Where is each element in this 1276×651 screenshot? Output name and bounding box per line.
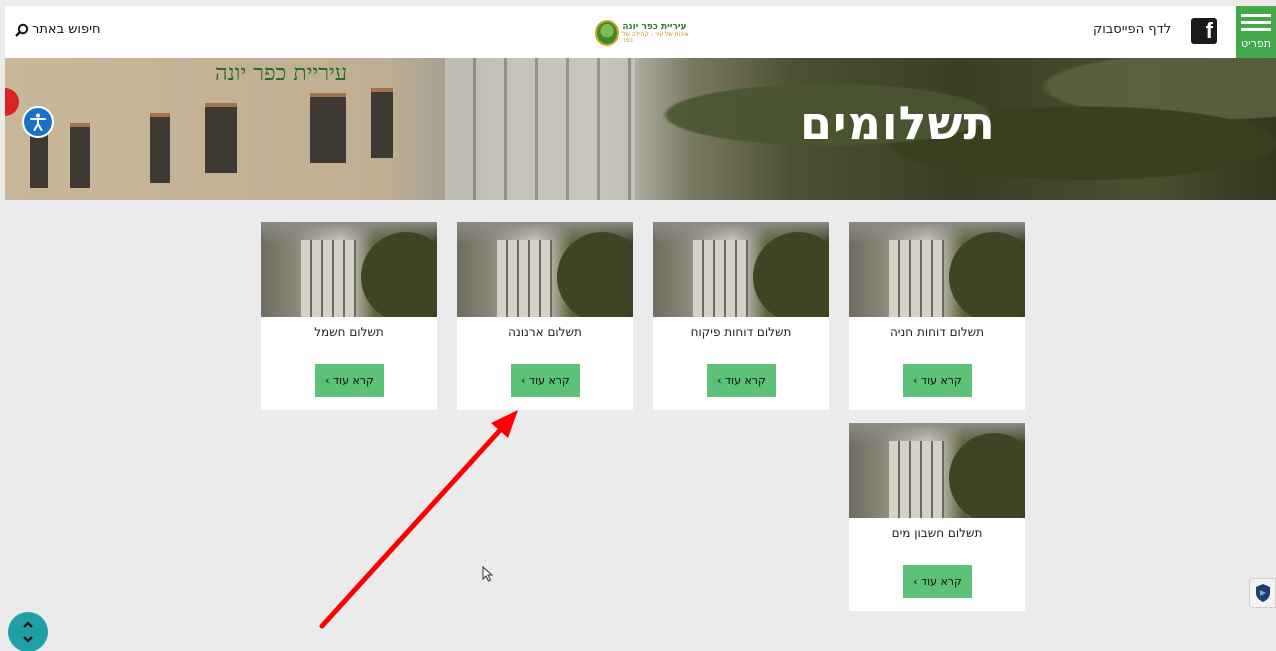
payment-card[interactable]: תשלום חשבון מים קרא עוד › — [849, 423, 1025, 611]
mouse-cursor-icon — [482, 566, 494, 582]
facebook-page-link[interactable]: לדף הפייסבוק — [1093, 22, 1171, 37]
accessibility-button[interactable] — [22, 106, 54, 138]
payment-card[interactable]: תשלום דוחות חניה קרא עוד › — [849, 222, 1025, 410]
card-title: תשלום דוחות חניה — [889, 325, 985, 339]
card-image — [261, 222, 437, 317]
site-search-button[interactable]: חיפוש באתר — [15, 22, 101, 37]
menu-label: תפריט — [1241, 37, 1271, 50]
card-title: תשלום ארנונה — [508, 325, 582, 339]
shield-icon — [1255, 584, 1270, 602]
payment-card[interactable]: תשלום דוחות פיקוח קרא עוד › — [653, 222, 829, 410]
payment-card[interactable]: תשלום חשמל קרא עוד › — [261, 222, 437, 410]
card-title: תשלום דוחות פיקוח — [690, 325, 792, 339]
building-glass-tower — [445, 58, 635, 200]
facebook-icon[interactable]: f — [1191, 18, 1217, 44]
read-more-button[interactable]: קרא עוד › — [315, 364, 384, 397]
main-menu-button[interactable]: תפריט — [1236, 6, 1276, 58]
building-sign: עיריית כפר יונה — [215, 61, 348, 86]
page-title: תשלומים — [800, 96, 996, 150]
logo-emblem-icon — [595, 20, 620, 46]
top-header: חיפוש באתר עיריית כפר יונה איכות של עיר … — [5, 6, 1276, 58]
security-widget-button[interactable] — [1249, 578, 1276, 608]
accessibility-icon — [30, 113, 46, 131]
read-more-button[interactable]: קרא עוד › — [903, 565, 972, 598]
card-image — [849, 423, 1025, 518]
card-image — [457, 222, 633, 317]
search-label: חיפוש באתר — [32, 22, 101, 37]
read-more-button[interactable]: קרא עוד › — [511, 364, 580, 397]
search-icon — [15, 23, 29, 37]
read-more-button[interactable]: קרא עוד › — [707, 364, 776, 397]
card-title: תשלום חשמל — [314, 325, 384, 339]
hamburger-menu-icon — [1241, 14, 1271, 17]
scroll-button[interactable] — [8, 612, 48, 651]
chevron-down-icon — [23, 636, 33, 643]
card-image — [653, 222, 829, 317]
chevron-up-icon — [23, 621, 33, 628]
card-title: תשלום חשבון מים — [891, 526, 983, 540]
card-image — [849, 222, 1025, 317]
read-more-button[interactable]: קרא עוד › — [903, 364, 972, 397]
payment-card[interactable]: תשלום ארנונה קרא עוד › — [457, 222, 633, 410]
hero-banner: עיריית כפר יונה תשלומים — [5, 58, 1276, 200]
site-logo[interactable]: עיריית כפר יונה איכות של עיר - קהילה של … — [595, 14, 695, 52]
logo-slogan: איכות של עיר - קהילה של כפר — [622, 30, 689, 44]
